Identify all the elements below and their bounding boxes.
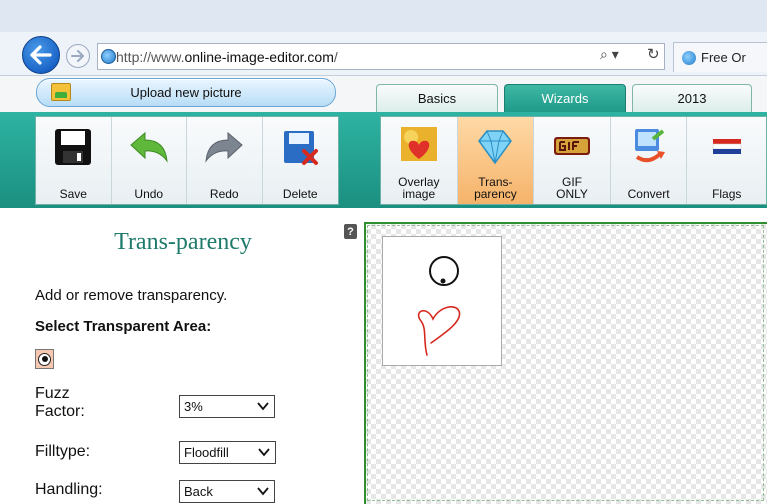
fuzz-factor-label: Fuzz Factor: — [35, 385, 85, 421]
back-arrow-icon — [30, 45, 52, 65]
radio-selected-icon — [38, 352, 51, 366]
handling-label: Handling: — [35, 481, 103, 498]
browser-tab-title: Free Or — [701, 50, 746, 65]
upload-folder-icon — [51, 83, 71, 101]
forward-button[interactable] — [66, 44, 90, 68]
save-icon — [55, 129, 92, 165]
delete-icon — [284, 131, 319, 165]
browser-tab[interactable]: Free Or — [673, 42, 767, 72]
url-suffix: / — [333, 48, 338, 65]
convert-button[interactable]: Convert — [610, 117, 688, 204]
diamond-icon — [478, 130, 513, 165]
handling-value: Back — [184, 484, 213, 499]
save-label: Save — [59, 187, 87, 201]
convert-icon — [634, 129, 665, 163]
delete-label: Delete — [282, 187, 318, 201]
redo-label: Redo — [209, 187, 239, 201]
drawn-heart — [417, 306, 461, 356]
redo-button[interactable]: Redo — [187, 117, 263, 204]
upload-new-picture-button[interactable]: Upload new picture — [36, 78, 336, 107]
flag-icon — [712, 139, 741, 154]
tab-globe-icon — [682, 50, 696, 65]
tab-2013[interactable]: 2013 — [632, 84, 752, 112]
gif-icon — [554, 137, 591, 155]
overlay-label-2: image — [402, 187, 436, 201]
filltype-select[interactable]: Floodfill — [179, 441, 276, 464]
handling-select[interactable]: Back — [179, 480, 275, 503]
back-button[interactable] — [22, 36, 60, 74]
fuzz-factor-value: 3% — [184, 399, 203, 414]
undo-label: Undo — [134, 187, 164, 201]
chevron-down-icon — [258, 448, 270, 457]
fuzz-label-line2: Factor: — [35, 403, 85, 420]
undo-button[interactable]: Undo — [111, 117, 187, 204]
tab-2013-label: 2013 — [677, 91, 707, 106]
refresh-icon[interactable]: ↻ — [647, 45, 660, 63]
chevron-down-icon — [257, 402, 269, 411]
tab-wizards-label: Wizards — [541, 91, 589, 106]
chevron-down-icon — [257, 487, 269, 496]
select-area-heading: Select Transparent Area: — [35, 318, 212, 335]
browser-title-bar — [0, 0, 767, 32]
fuzz-factor-select[interactable]: 3% — [179, 395, 275, 418]
gif-only-button[interactable]: GIF ONLY — [534, 117, 611, 204]
url-host: online-image-editor.com — [184, 48, 334, 65]
tab-basics[interactable]: Basics — [376, 84, 498, 112]
upload-label: Upload new picture — [130, 85, 242, 100]
url-prefix: http://www. — [116, 48, 185, 65]
forward-arrow-icon — [71, 50, 84, 62]
drawn-dot — [440, 278, 446, 284]
panel-description: Add or remove transparency. — [35, 287, 228, 304]
save-button[interactable]: Save — [36, 117, 112, 204]
address-search-icon[interactable]: ⌕ ▾ — [600, 46, 619, 63]
filltype-label: Filltype: — [35, 443, 91, 460]
overlay-image-button[interactable]: Overlay image — [381, 117, 458, 204]
transparent-area-radio[interactable] — [35, 349, 54, 369]
uploaded-image[interactable] — [382, 236, 502, 366]
panel-title: Trans-parency — [114, 229, 252, 255]
tab-wizards[interactable]: Wizards — [504, 84, 626, 112]
basic-tool-group: Save Undo Redo Delete — [35, 116, 339, 205]
transparency-label-2: parency — [474, 187, 517, 201]
gif-label-2: ONLY — [556, 187, 588, 201]
image-drawing — [417, 256, 461, 356]
transparency-button[interactable]: Trans- parency — [457, 117, 535, 204]
convert-label-2: Convert — [627, 187, 670, 201]
redo-icon — [205, 131, 244, 163]
wizard-tool-group: Overlay image Trans- parency GIF ONLY Co… — [380, 116, 767, 205]
flags-label-2: Flags — [712, 187, 742, 201]
filltype-value: Floodfill — [184, 445, 229, 460]
fuzz-label-line1: Fuzz — [35, 385, 70, 402]
site-globe-icon — [101, 49, 116, 64]
overlay-image-icon — [400, 127, 437, 161]
flags-button[interactable]: Flags — [687, 117, 767, 204]
delete-button[interactable]: Delete — [262, 117, 338, 204]
undo-icon — [129, 131, 168, 163]
address-bar[interactable]: http://www. online-image-editor.com / — [97, 43, 665, 70]
tab-basics-label: Basics — [417, 91, 457, 106]
